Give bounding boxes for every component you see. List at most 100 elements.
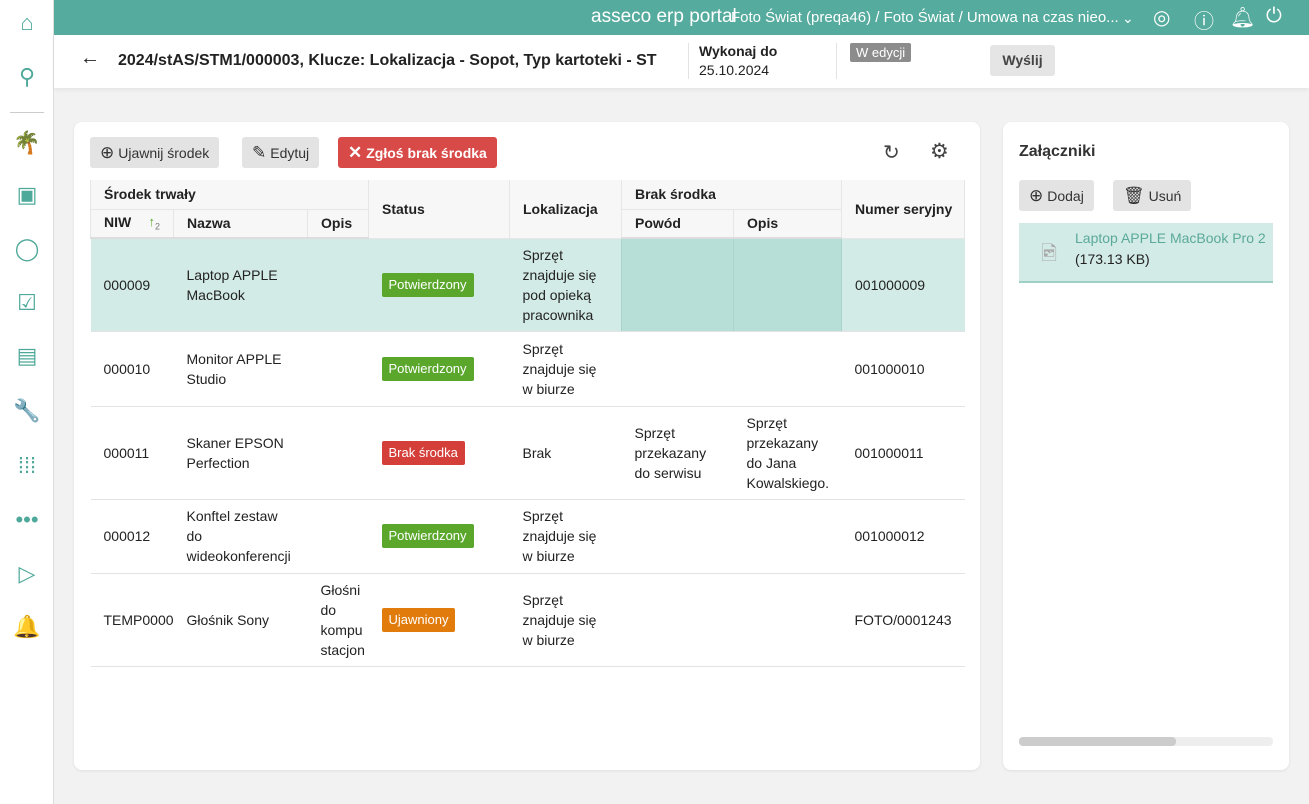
edit-button[interactable]: ✎ Edytuj <box>242 137 320 168</box>
cell-desc <box>307 238 369 332</box>
cell-location: Sprzęt znajduje się w biurze <box>509 573 622 667</box>
search-icon[interactable]: ⚲ <box>12 62 42 92</box>
cell-status: Brak środka <box>368 406 510 500</box>
image-file-icon: 🖻 <box>1041 243 1058 265</box>
header-label: NIW <box>104 214 132 231</box>
cell-reason <box>621 331 734 407</box>
cell-niw: 000009 <box>90 238 174 332</box>
cell-reason <box>621 499 734 574</box>
column-group-asset: Środek trwały <box>90 180 369 210</box>
cell-serial: 001000011 <box>841 406 965 500</box>
context-selector[interactable]: Foto Świat (preqa46) / Foto Świat / Umow… <box>731 9 1119 26</box>
wrench-icon[interactable]: 🔧 <box>12 396 42 426</box>
status-badge: Potwierdzony <box>381 524 474 548</box>
cell-name: Laptop APPLE MacBook <box>173 238 308 332</box>
divider <box>688 43 689 79</box>
cell-desc <box>307 499 369 574</box>
column-header-desc[interactable]: Opis <box>307 209 369 239</box>
sort-asc-icon: ↑2 <box>148 214 160 233</box>
help-icon[interactable]: ⓘ <box>1194 5 1214 34</box>
attachments-title: Załączniki <box>1019 143 1096 160</box>
column-header-serial[interactable]: Numer seryjny <box>841 180 965 239</box>
cell-serial: FOTO/0001243 <box>841 573 965 667</box>
divider <box>836 43 837 79</box>
cell-missing-desc <box>733 573 842 667</box>
page-title: 2024/stAS/STM1/000003, Klucze: Lokalizac… <box>118 52 657 69</box>
tasks-icon[interactable]: ☑ <box>12 288 42 318</box>
cell-niw: 000011 <box>90 406 174 500</box>
home-icon[interactable]: ⌂ <box>12 8 42 38</box>
pencil-icon: ✎ <box>252 143 267 162</box>
gear-icon[interactable]: ⚙ <box>930 139 949 164</box>
cell-name: Głośnik Sony <box>173 573 308 667</box>
cell-location: Sprzęt znajduje się w biurze <box>509 331 622 407</box>
status-badge: W edycji <box>850 43 912 62</box>
cell-serial: 001000010 <box>841 331 965 407</box>
refresh-icon[interactable]: ↻ <box>883 140 900 165</box>
due-label: Wykonaj do <box>699 43 778 59</box>
attachment-item[interactable]: 🖻 Laptop APPLE MacBook Pro 2 (173.13 KB) <box>1019 223 1273 283</box>
attachment-size: (173.13 KB) <box>1075 251 1150 267</box>
send-button[interactable]: Wyślij <box>990 45 1055 76</box>
table-row[interactable]: 000010 Monitor APPLE Studio Potwierdzony Sp… <box>90 331 965 407</box>
user-profile-icon[interactable]: ◎ <box>1153 5 1170 30</box>
button-label: Usuń <box>1148 188 1182 204</box>
cell-niw: 000010 <box>90 331 174 407</box>
page-header: ← 2024/stAS/STM1/000003, Klucze: Lokaliz… <box>54 35 1309 88</box>
cell-location: Brak <box>509 406 622 500</box>
power-icon[interactable]: ⏻ <box>1266 5 1282 28</box>
apps-icon[interactable]: ⁞⁞⁞ <box>12 451 42 481</box>
inbox-icon[interactable]: ▤ <box>12 341 42 371</box>
column-header-niw[interactable]: NIW ↑2 <box>90 209 174 239</box>
palm-icon[interactable]: 🌴 <box>12 128 42 158</box>
column-header-location[interactable]: Lokalizacja <box>509 180 622 239</box>
bell-icon[interactable]: 🔔︎ <box>1230 5 1255 30</box>
table-row[interactable]: 000011 Skaner EPSON Perfection Brak środka… <box>90 406 965 500</box>
cell-missing-desc <box>733 331 842 407</box>
button-label: Edytuj <box>270 145 310 161</box>
cell-location: Sprzęt znajduje się w biurze <box>509 499 622 574</box>
cell-niw: 000012 <box>90 499 174 574</box>
scrollbar-thumb[interactable] <box>1019 737 1176 746</box>
back-arrow-icon[interactable]: ← <box>80 47 100 70</box>
button-label: Ujawnij środek <box>118 145 210 161</box>
cell-status: Potwierdzony <box>368 331 510 407</box>
sort-index: 2 <box>154 222 160 233</box>
sidebar: ⌂ ⚲ 🌴 ▣ ◯ ☑ ▤ 🔧 ⁞⁞⁞ ••• ▷ 🔔 <box>0 0 54 804</box>
close-icon: ✕ <box>348 143 363 162</box>
column-header-reason[interactable]: Powód <box>621 209 734 239</box>
report-missing-button[interactable]: ✕ Zgłoś brak środka <box>338 137 497 168</box>
wallet-icon[interactable]: ▣ <box>12 180 42 210</box>
bell-icon[interactable]: 🔔 <box>12 612 42 642</box>
trash-icon: 🗑︎ <box>1123 186 1145 205</box>
cell-reason: Sprzęt przekazany do serwisu <box>621 406 734 500</box>
reveal-asset-button[interactable]: ⊕ Ujawnij środek <box>90 137 220 168</box>
more-icon[interactable]: ••• <box>12 505 42 535</box>
presentation-icon[interactable]: ▷ <box>12 559 42 589</box>
add-attachment-button[interactable]: ⊕ Dodaj <box>1019 180 1094 211</box>
cell-desc: Głośni do kompu stacjon <box>307 573 369 667</box>
table-row[interactable]: 000009 Laptop APPLE MacBook Potwierdzony Sp… <box>90 238 965 332</box>
button-label: Zgłoś brak środka <box>366 145 487 161</box>
user-icon[interactable]: ◯ <box>12 234 42 264</box>
brand-logo: asseco erp portal <box>591 6 737 27</box>
chevron-down-icon[interactable]: ⌄ <box>1122 10 1134 27</box>
table-row[interactable]: 000012 Konftel zestaw do wideokonferencji… <box>90 499 965 574</box>
status-badge: Potwierdzony <box>381 272 474 297</box>
cell-status: Ujawniony <box>368 573 510 667</box>
column-header-missing-desc[interactable]: Opis <box>733 209 842 239</box>
cell-desc <box>307 406 369 500</box>
column-header-name[interactable]: Nazwa <box>173 209 308 239</box>
table-row[interactable]: TEMP0000 Głośnik Sony Głośni do kompu stac… <box>90 573 965 667</box>
horizontal-scrollbar[interactable] <box>1019 737 1273 746</box>
cell-status: Potwierdzony <box>368 238 510 332</box>
divider <box>10 112 44 113</box>
status-badge: Brak środka <box>381 440 465 465</box>
delete-attachment-button[interactable]: 🗑︎ Usuń <box>1113 180 1192 211</box>
button-label: Dodaj <box>1047 188 1084 204</box>
column-header-status[interactable]: Status <box>368 180 510 239</box>
cell-missing-desc <box>733 499 842 574</box>
cell-missing-desc: Sprzęt przekazany do Jana Kowalskiego. <box>733 406 842 500</box>
attachment-name[interactable]: Laptop APPLE MacBook Pro 2 <box>1075 230 1266 246</box>
cell-name: Monitor APPLE Studio <box>173 331 308 407</box>
